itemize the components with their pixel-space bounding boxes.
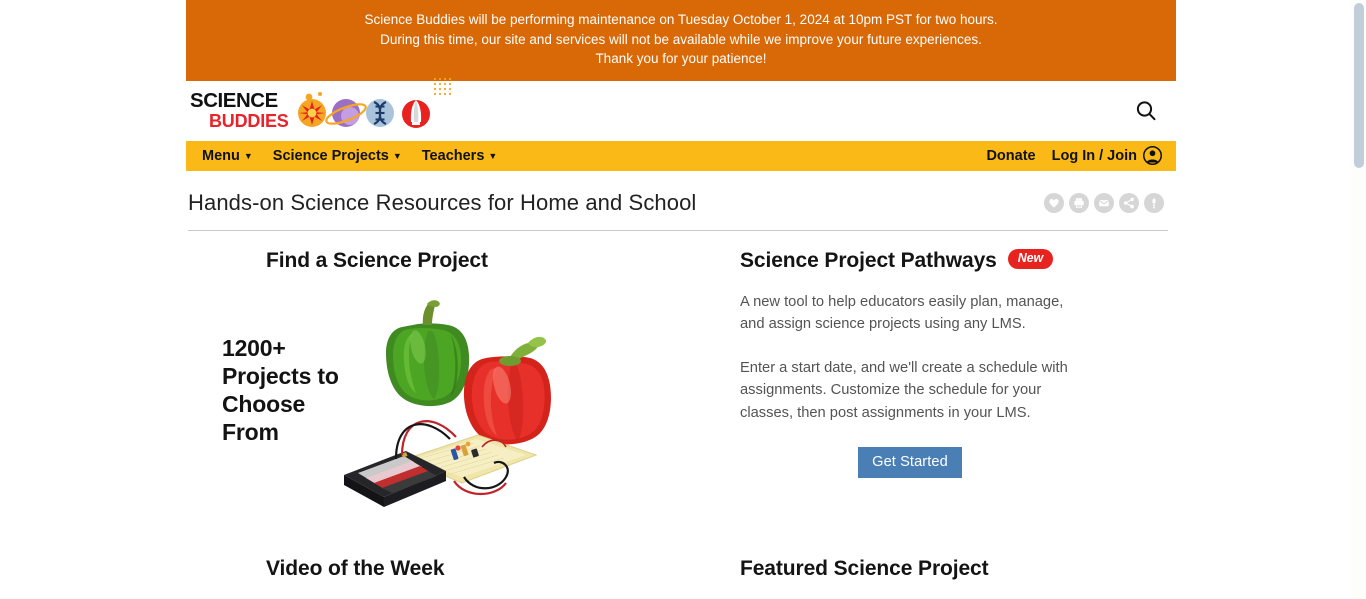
video-of-the-week-heading: Video of the Week — [266, 556, 445, 580]
nav-item-login-join-label: Log In / Join — [1051, 147, 1137, 164]
printer-icon[interactable] — [1069, 192, 1089, 213]
search-icon — [1136, 100, 1156, 120]
rocket-icon-svg — [401, 99, 430, 128]
get-started-button-wrap: Get Started — [740, 447, 1080, 478]
hero-caption-line-3: Choose — [222, 390, 306, 417]
chevron-down-icon: ▼ — [488, 151, 498, 161]
page-title-row: Hands-on Science Resources for Home and … — [186, 171, 1176, 217]
right-column: Science Project Pathways New A new tool … — [706, 248, 1174, 515]
featured-science-project-heading: Featured Science Project — [740, 556, 989, 580]
nav-item-login-join[interactable]: Log In / Join — [1044, 141, 1170, 171]
nav-item-donate[interactable]: Donate — [978, 141, 1043, 171]
logo-wordmark: SCIENCE BUDDIES — [190, 91, 291, 130]
site-logo[interactable]: SCIENCE BUDDIES — [188, 77, 451, 136]
video-of-the-week-section: Video of the Week — [186, 557, 706, 581]
nav-item-teachers-label: Teachers — [421, 147, 485, 164]
hero-caption-line-2: Projects to — [222, 362, 339, 389]
hero-caption-line-1: 1200+ — [222, 334, 286, 361]
find-a-science-project-heading: Find a Science Project — [266, 248, 488, 272]
science-project-pathways-heading: Science Project Pathways New — [740, 248, 1174, 273]
nav-item-teachers[interactable]: Teachers ▼ — [412, 141, 508, 171]
featured-science-project-section: Featured Science Project — [706, 557, 1174, 581]
content-area: Find a Science Project 1200+ Projects to… — [186, 231, 1176, 515]
banner-line-3: Thank you for your patience! — [595, 51, 767, 66]
left-column: Find a Science Project 1200+ Projects to… — [186, 249, 706, 515]
logo-text-buddies: BUDDIES — [209, 111, 289, 131]
bottom-sections-row: Video of the Week Featured Science Proje… — [186, 515, 1176, 581]
banner-line-2: During this time, our site and services … — [380, 31, 982, 47]
maintenance-banner: Science Buddies will be performing maint… — [186, 0, 1176, 81]
nav-item-menu-label: Menu — [202, 147, 240, 164]
logo-text-science: SCIENCE — [190, 90, 278, 112]
hero-caption: 1200+ Projects to Choose From — [222, 334, 339, 446]
logo-dot-grid-icon — [433, 77, 451, 95]
science-project-pathways-title: Science Project Pathways — [740, 248, 997, 272]
vertical-scrollbar-track[interactable] — [1351, 0, 1366, 599]
user-avatar-icon — [1143, 146, 1162, 165]
hero-caption-line-4: From — [222, 418, 279, 445]
site-header: SCIENCE BUDDIES — [186, 77, 1176, 141]
heart-icon[interactable] — [1044, 192, 1064, 213]
nav-item-donate-label: Donate — [986, 147, 1036, 164]
get-started-button[interactable]: Get Started — [858, 447, 962, 478]
pathways-paragraph-2: Enter a start date, and we'll create a s… — [740, 359, 1068, 421]
banner-line-1: Science Buddies will be performing maint… — [364, 12, 998, 27]
chevron-down-icon: ▼ — [243, 151, 253, 161]
share-icon[interactable] — [1119, 192, 1139, 213]
nav-left-group: Menu ▼ Science Projects ▼ Teachers ▼ — [192, 141, 507, 171]
nav-right-group: Donate Log In / Join — [978, 141, 1170, 171]
chevron-down-icon: ▼ — [392, 151, 402, 161]
main-navigation: Menu ▼ Science Projects ▼ Teachers ▼ Don… — [186, 140, 1176, 171]
nav-item-science-projects[interactable]: Science Projects ▼ — [263, 141, 412, 171]
logo-icons-svg — [297, 91, 394, 127]
envelope-icon[interactable] — [1094, 192, 1114, 213]
logo-icon-group — [295, 77, 451, 131]
new-badge: New — [1007, 248, 1054, 269]
browser-viewport: Science Buddies will be performing maint… — [0, 0, 1366, 599]
nav-item-menu[interactable]: Menu ▼ — [192, 141, 263, 171]
page-content: Science Buddies will be performing maint… — [186, 0, 1176, 599]
more-info-icon[interactable] — [1144, 192, 1164, 213]
pathways-paragraph-1: A new tool to help educators easily plan… — [740, 293, 1064, 333]
search-button[interactable] — [1122, 87, 1170, 135]
find-a-science-project-image[interactable]: 1200+ Projects to Choose From — [206, 286, 666, 515]
vertical-scrollbar-thumb[interactable] — [1354, 3, 1364, 168]
page-title: Hands-on Science Resources for Home and … — [188, 189, 697, 215]
page-action-icons — [1044, 192, 1168, 213]
nav-item-science-projects-label: Science Projects — [272, 147, 389, 164]
